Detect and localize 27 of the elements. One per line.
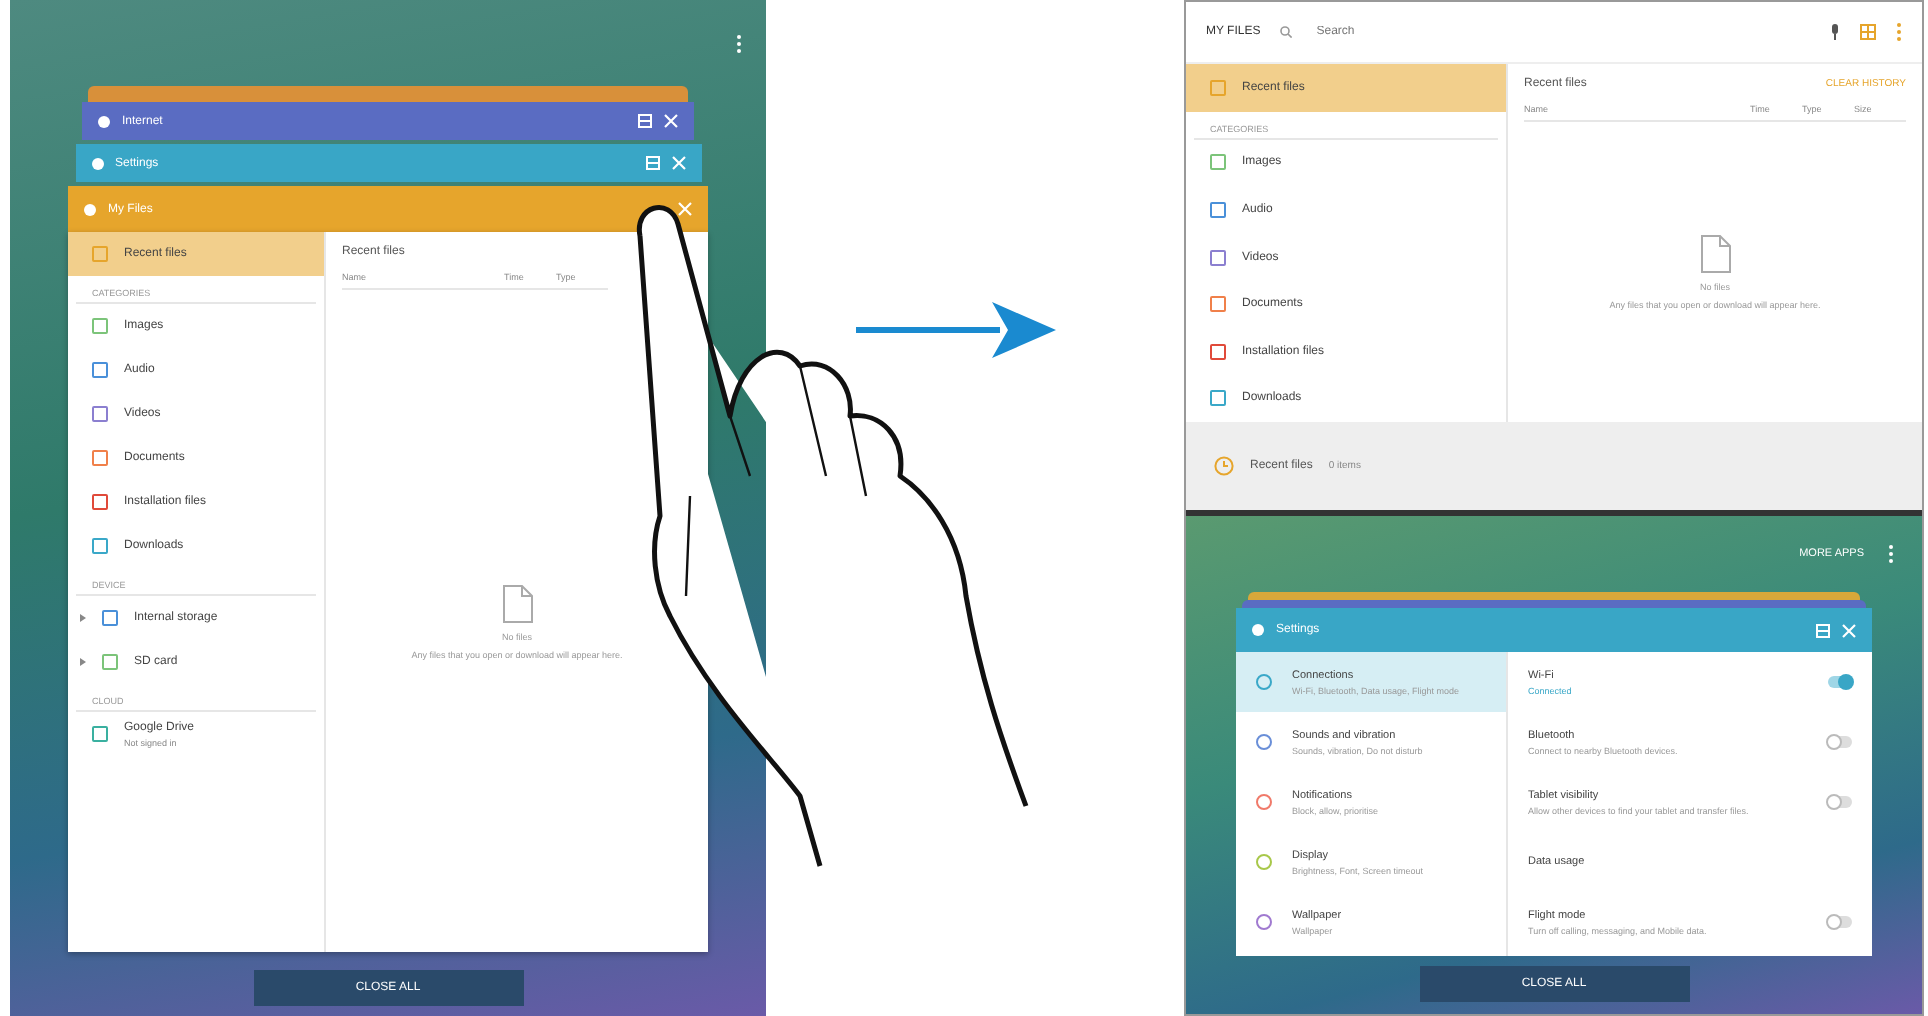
grid-icon[interactable] [1860,24,1876,40]
arrow-icon [856,296,1056,364]
more-options-icon[interactable] [1888,544,1894,564]
close-icon[interactable] [664,114,678,128]
toggle-switch[interactable] [1828,796,1852,808]
search-icon [1280,26,1293,38]
expand-caret-icon[interactable] [80,658,86,666]
more-options-icon[interactable] [1896,22,1902,42]
app-icon [1252,624,1264,636]
file-icon [1699,234,1731,274]
toggle-switch[interactable] [1828,916,1852,928]
app-icon [84,203,96,215]
app-icon [98,115,110,127]
toggle-switch[interactable] [1828,676,1852,688]
file-icon [501,583,533,623]
window-icon[interactable] [638,114,652,128]
app-icon [91,157,103,169]
window-icon[interactable] [1816,623,1830,637]
close-icon[interactable] [1842,623,1856,637]
microphone-icon[interactable] [1830,24,1840,40]
clock-icon [1214,456,1234,476]
more-options-icon[interactable] [736,34,742,54]
close-icon[interactable] [678,202,692,216]
expand-caret-icon[interactable] [80,614,86,622]
window-icon[interactable] [645,156,659,170]
close-icon[interactable] [671,156,685,170]
toggle-switch[interactable] [1828,736,1852,748]
